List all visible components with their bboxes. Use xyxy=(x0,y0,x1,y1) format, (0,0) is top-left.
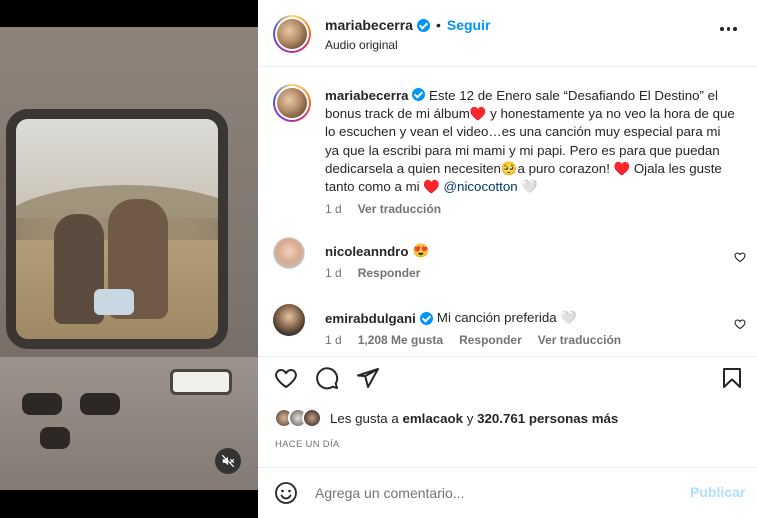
tv-knob xyxy=(80,393,120,415)
liker-avatar xyxy=(302,408,322,428)
mute-icon xyxy=(221,454,235,468)
emoji-icon[interactable] xyxy=(274,481,298,505)
audio-label[interactable]: Audio original xyxy=(325,38,398,52)
comment-translate-button[interactable]: Ver traducción xyxy=(538,333,621,347)
comment-username[interactable]: nicoleanndro xyxy=(325,244,408,259)
author-line: mariabecerra • Seguir xyxy=(325,17,490,33)
comment-meta: 1 d 1,208 Me gusta Responder Ver traducc… xyxy=(325,333,621,347)
caption-time[interactable]: 1 d xyxy=(325,202,342,216)
verified-icon xyxy=(419,311,433,325)
separator-dot: • xyxy=(435,17,441,33)
comment-input[interactable] xyxy=(315,482,675,504)
comment-like-heart-icon[interactable] xyxy=(734,318,746,330)
publish-button[interactable]: Publicar xyxy=(690,484,745,500)
comment-item: nicoleanndro 😍 1 d Responder xyxy=(273,237,746,297)
post-actions: Les gusta a emlacaok y 320.761 personas … xyxy=(258,356,757,516)
post-header: mariabecerra • Seguir Audio original xyxy=(258,0,757,67)
caption-mention[interactable]: @nicocotton xyxy=(444,179,518,194)
post-details-panel: mariabecerra • Seguir Audio original mar… xyxy=(258,0,757,518)
bookmark-icon[interactable] xyxy=(720,366,744,390)
caption-username[interactable]: mariabecerra xyxy=(325,88,409,103)
comment-text: emirabdulgani Mi canción preferida 🤍 xyxy=(325,310,577,326)
comment-icon[interactable] xyxy=(315,366,339,390)
comment-time[interactable]: 1 d xyxy=(325,266,342,280)
commenter-avatar[interactable] xyxy=(273,304,305,336)
likes-user[interactable]: emlacaok xyxy=(402,411,463,426)
comments-section[interactable]: mariabecerra Este 12 de Enero sale “Desa… xyxy=(258,68,757,356)
likes-count[interactable]: 320.761 personas más xyxy=(477,411,618,426)
caption-translate-button[interactable]: Ver traducción xyxy=(358,202,441,216)
comment-item: emirabdulgani Mi canción preferida 🤍 1 d… xyxy=(273,304,746,356)
comment-likes-count[interactable]: 1,208 Me gusta xyxy=(358,333,443,347)
heart-icon[interactable] xyxy=(274,366,298,390)
post-time[interactable]: HACE UN DÍA xyxy=(275,439,340,450)
tv-slot xyxy=(170,369,232,395)
caption-body-end: 🤍 xyxy=(517,179,538,195)
follow-button[interactable]: Seguir xyxy=(447,17,491,33)
likes-text: Les gusta a emlacaok y 320.761 personas … xyxy=(330,411,618,426)
video-frame-image xyxy=(0,27,258,490)
comment-body: Mi canción preferida 🤍 xyxy=(436,310,577,325)
author-username[interactable]: mariabecerra xyxy=(325,17,413,33)
more-icon[interactable] xyxy=(720,27,737,31)
comment-text: nicoleanndro 😍 xyxy=(325,243,429,259)
caption-text: mariabecerra Este 12 de Enero sale “Desa… xyxy=(325,87,735,196)
caption-avatar[interactable] xyxy=(273,84,311,122)
post-media[interactable] xyxy=(0,0,258,518)
reply-button[interactable]: Responder xyxy=(459,333,522,347)
reply-button[interactable]: Responder xyxy=(358,266,421,280)
comment-time[interactable]: 1 d xyxy=(325,333,342,347)
share-icon[interactable] xyxy=(356,366,380,390)
author-avatar[interactable] xyxy=(273,15,311,53)
likes-summary[interactable]: Les gusta a emlacaok y 320.761 personas … xyxy=(274,408,618,428)
likes-middle: y xyxy=(463,410,478,426)
comment-meta: 1 d Responder xyxy=(325,266,420,280)
video-player[interactable] xyxy=(0,27,258,490)
caption-meta: 1 d Ver traducción xyxy=(325,202,441,216)
comment-username[interactable]: emirabdulgani xyxy=(325,311,416,326)
commenter-avatar[interactable] xyxy=(273,237,305,269)
mute-button[interactable] xyxy=(215,448,241,474)
comment-body: 😍 xyxy=(412,243,430,258)
tv-screen xyxy=(6,109,228,349)
likes-prefix: Les gusta a xyxy=(330,410,403,426)
tv-knob xyxy=(40,427,70,449)
tv-knob xyxy=(22,393,62,415)
scene-shorts xyxy=(94,289,134,315)
verified-icon xyxy=(416,18,430,32)
comment-like-heart-icon[interactable] xyxy=(734,251,746,263)
verified-icon xyxy=(412,88,426,101)
comment-composer: Publicar xyxy=(258,467,757,517)
